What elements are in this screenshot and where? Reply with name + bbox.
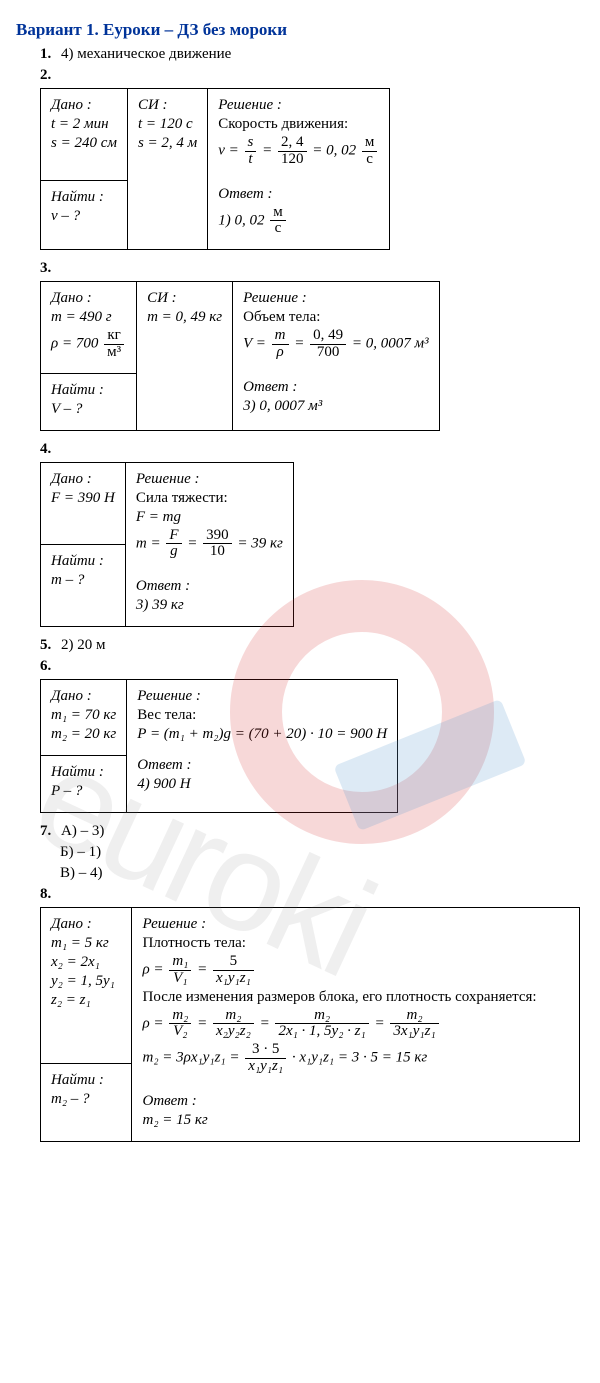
solution-eq: m₂ = 3ρx₁y₁z₁ = 3 · 5x₁y₁z₁ · x₁y₁z₁ = 3… [142,1042,569,1075]
q1-num: 1. [40,46,51,62]
solution-header: Решение : [243,290,428,307]
find-header: Найти : [51,553,115,570]
given-header: Дано : [51,290,126,307]
find-header: Найти : [51,764,116,781]
q1-text: 4) механическое движение [61,46,231,62]
find-line: P – ? [51,783,116,800]
given-line: x₂ = 2x₁ [51,954,121,971]
find-header: Найти : [51,382,126,399]
answer-line: 1) 0, 02 мс [218,205,379,238]
answer-header: Ответ : [136,578,283,595]
q6-box: Дано : m₁ = 70 кг m₂ = 20 кг Решение : В… [40,679,398,813]
q8-num: 8. [40,886,584,903]
given-header: Дано : [51,688,116,705]
answer-line: 3) 0, 0007 м³ [243,398,428,415]
q2-num: 2. [40,67,584,84]
find-header: Найти : [51,189,117,206]
solution-eq: F = mg [136,509,283,526]
si-line: m = 0, 49 кг [147,309,222,326]
given-line: m₁ = 70 кг [51,707,116,724]
given-line: F = 390 Н [51,490,115,507]
solution-eq: m = Fg = 39010 = 39 кг [136,528,283,561]
given-line: y₂ = 1, 5y₁ [51,973,121,990]
answer-header: Ответ : [218,186,379,203]
answer-line: 4) 900 Н [137,776,387,793]
solution-title: Вес тела: [137,707,387,724]
given-header: Дано : [51,471,115,488]
q5-text: 2) 20 м [61,637,106,653]
given-line: ρ = 700 кгм³ [51,328,126,361]
q4-num: 4. [40,441,584,458]
find-header: Найти : [51,1072,121,1089]
q7-c: В) – 4) [60,865,584,882]
given-line: m₁ = 5 кг [51,935,121,952]
q3-num: 3. [40,260,584,277]
solution-header: Решение : [142,916,569,933]
solution-title: Скорость движения: [218,116,379,133]
q8-box: Дано : m₁ = 5 кг x₂ = 2x₁ y₂ = 1, 5y₁ z₂… [40,907,580,1142]
si-line: t = 120 с [138,116,197,133]
solution-text: После изменения размеров блока, его плот… [142,989,569,1006]
given-line: z₂ = z₁ [51,992,121,1009]
q5: 5. 2) 20 м [40,637,584,654]
solution-eq: V = mρ = 0, 49700 = 0, 0007 м³ [243,328,428,361]
solution-title: Сила тяжести: [136,490,283,507]
solution-eq: ρ = m₁V₁ = 5x₁y₁z₁ [142,954,569,987]
given-line: s = 240 см [51,135,117,152]
given-line: m₂ = 20 кг [51,726,116,743]
given-header: Дано : [51,97,117,114]
q5-num: 5. [40,637,51,653]
page-title: Вариант 1. Еуроки – ДЗ без мороки [16,20,584,40]
given-header: Дано : [51,916,121,933]
si-line: s = 2, 4 м [138,135,197,152]
solution-title: Плотность тела: [142,935,569,952]
find-line: v – ? [51,208,117,225]
q7: 7. А) – 3) [40,823,584,840]
find-line: m – ? [51,572,115,589]
solution-header: Решение : [136,471,283,488]
q3-box: Дано : m = 490 г ρ = 700 кгм³ СИ : m = 0… [40,281,440,431]
q7-num: 7. [40,823,51,839]
q1: 1. 4) механическое движение [40,46,584,63]
q4-box: Дано : F = 390 Н Решение : Сила тяжести:… [40,462,294,628]
q6-num: 6. [40,658,584,675]
given-line: m = 490 г [51,309,126,326]
solution-eq: P = (m₁ + m₂)g = (70 + 20) · 10 = 900 Н [137,726,387,743]
given-line: t = 2 мин [51,116,117,133]
solution-header: Решение : [218,97,379,114]
q7-a: А) – 3) [61,823,104,839]
q2-box: Дано : t = 2 мин s = 240 см СИ : t = 120… [40,88,390,250]
answer-header: Ответ : [243,379,428,396]
answer-line: m₂ = 15 кг [142,1112,569,1129]
solution-eq: ρ = m₂V₂ = m₂x₂y₂z₂ = m₂2x₁ · 1, 5y₂ · z… [142,1008,569,1041]
q7-b: Б) – 1) [60,844,584,861]
answer-header: Ответ : [137,757,387,774]
find-line: m₂ – ? [51,1091,121,1108]
answer-header: Ответ : [142,1093,569,1110]
solution-eq: v = st = 2, 4120 = 0, 02 мс [218,135,379,168]
si-header: СИ : [147,290,222,307]
answer-line: 3) 39 кг [136,597,283,614]
si-header: СИ : [138,97,197,114]
find-line: V – ? [51,401,126,418]
solution-header: Решение : [137,688,387,705]
solution-title: Объем тела: [243,309,428,326]
